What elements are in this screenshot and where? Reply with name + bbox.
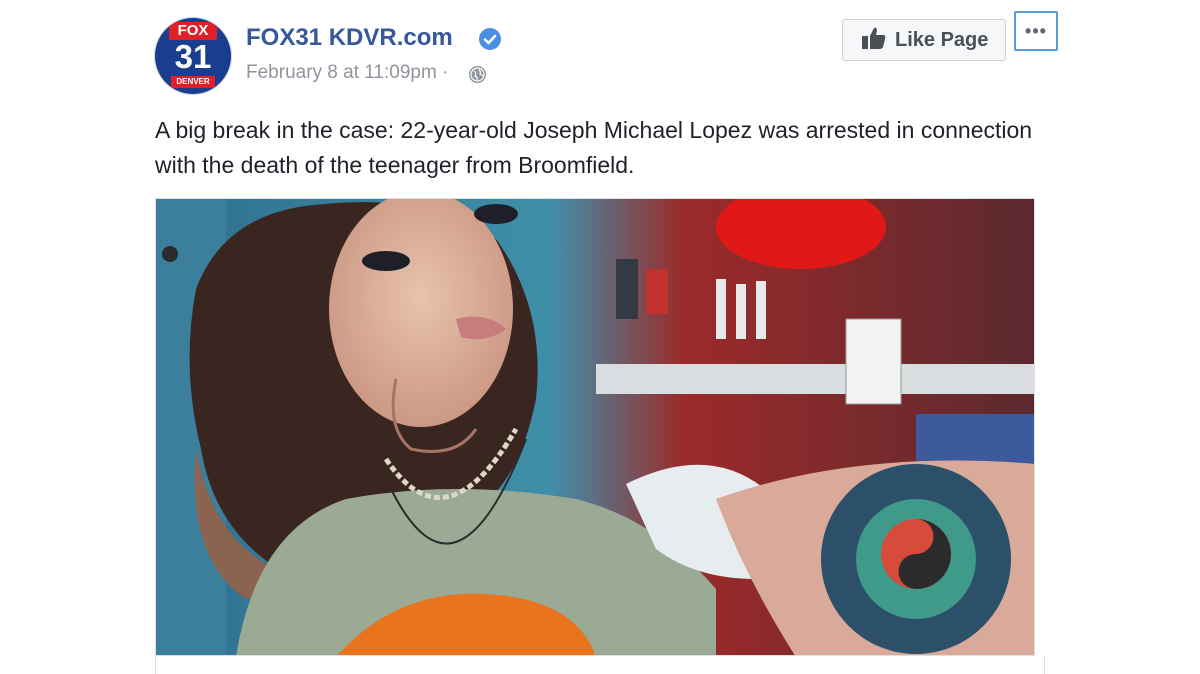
- post-photo[interactable]: [155, 198, 1035, 656]
- more-options-icon: •••: [1025, 20, 1047, 41]
- post-meta: February 8 at 11:09pm ·: [246, 62, 448, 84]
- page-avatar[interactable]: FOX 31 DENVER: [155, 18, 231, 94]
- like-page-label: Like Page: [895, 28, 989, 51]
- meta-separator: ·: [442, 62, 449, 83]
- avatar-city-label: DENVER: [171, 76, 215, 88]
- link-preview-card-edge: [155, 656, 1045, 674]
- post-timestamp[interactable]: February 8 at 11:09pm: [246, 62, 437, 83]
- post-text: A big break in the case: 22-year-old Jos…: [155, 117, 1033, 178]
- thumbs-up-icon: [861, 26, 887, 55]
- verified-badge-icon: [479, 28, 501, 50]
- page-name-link[interactable]: FOX31 KDVR.com: [246, 24, 453, 52]
- avatar-channel-number: 31: [174, 38, 212, 75]
- like-page-button[interactable]: Like Page: [842, 19, 1006, 61]
- more-options-button[interactable]: •••: [1014, 11, 1058, 51]
- globe-icon[interactable]: [469, 66, 486, 83]
